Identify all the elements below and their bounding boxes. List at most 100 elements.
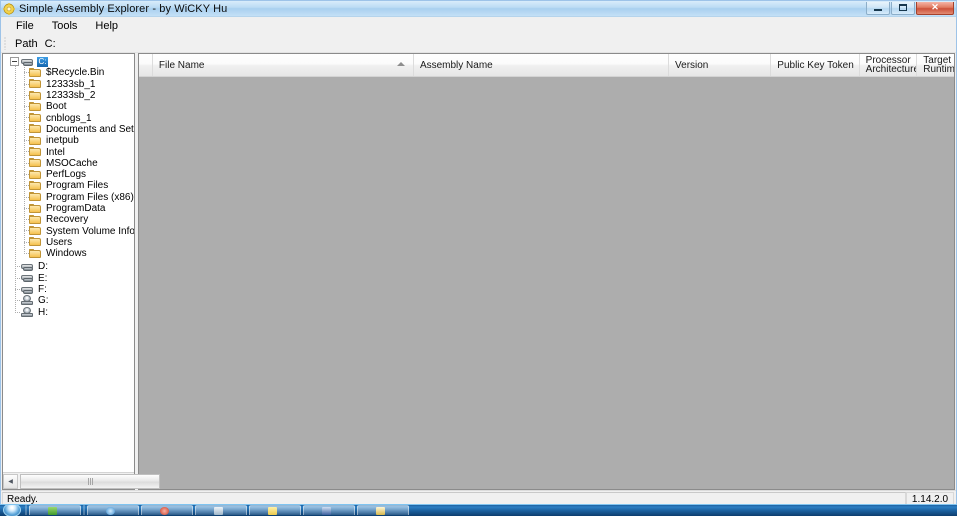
tree-node-drive-f[interactable]: F: [3,284,134,295]
list-column-headers: File Name Assembly Name Version Public K… [139,54,955,77]
tree-node-drive-h[interactable]: H: [3,306,134,318]
folder-icon [29,113,42,123]
collapse-icon[interactable] [10,57,19,67]
minimize-button[interactable] [866,1,890,15]
column-header-target-runtime[interactable]: Target Runtime [917,54,955,76]
sort-ascending-icon [396,62,405,66]
tree-item-label: PerfLogs [46,169,87,181]
folder-tree[interactable]: C: $Recycle.Bin 12333sb_1 12333sb_2 Boot… [3,54,134,472]
tree-item-windows[interactable]: Windows [12,248,134,259]
taskbar-item-app2[interactable] [357,505,409,515]
tree-item-label: Recovery [46,214,89,226]
column-header-index[interactable] [139,54,153,76]
folder-icon [29,79,42,89]
tree-item-label: cnblogs_1 [46,112,92,124]
tree-item-label: System Volume Informatio [46,225,134,237]
taskbar-item-browser[interactable] [87,505,139,515]
tree-item-label: F: [38,284,47,296]
tree-root-list: C: $Recycle.Bin 12333sb_1 12333sb_2 Boot… [3,56,134,318]
tree-item-label: Boot [46,101,67,113]
menu-item-tools[interactable]: Tools [43,18,87,34]
column-label: Assembly Name [419,59,493,71]
tree-item-msocache[interactable]: MSOCache [12,158,134,169]
explorer-icon [48,507,57,515]
close-button[interactable]: ✕ [916,1,954,15]
tree-item-boot[interactable]: Boot [12,101,134,112]
assembly-list-body[interactable] [139,77,954,489]
folder-icon [29,90,42,101]
tree-item-perflogs[interactable]: PerfLogs [12,169,134,180]
chevron-left-icon[interactable]: ◀ [3,473,18,489]
tree-item-label: D: [38,261,48,273]
column-label: Target Runtime [923,55,955,75]
tree-item-recycle-bin[interactable]: $Recycle.Bin [12,67,134,78]
tree-item-recovery[interactable]: Recovery [12,214,134,225]
menu-item-file[interactable]: File [7,18,43,34]
column-header-public-key-token[interactable]: Public Key Token [771,54,860,76]
path-label: Path [15,37,38,50]
tree-item-label: Documents and Settings [46,123,134,135]
column-label: Processor Architecture [865,55,918,75]
column-header-version[interactable]: Version [669,54,772,76]
windows-start-orb-icon[interactable] [0,505,24,516]
tree-item-cnblogs-1[interactable]: cnblogs_1 [12,112,134,124]
application-window: Simple Assembly Explorer - by WiCKY Hu ✕… [0,0,957,509]
restore-button[interactable] [891,1,915,15]
hard-drive-icon [20,262,34,272]
tree-item-label: inetpub [46,135,79,147]
tree-item-users[interactable]: Users [12,237,134,248]
taskbar-divider [83,505,85,515]
scrollbar-track[interactable] [18,473,160,489]
column-header-assembly-name[interactable]: Assembly Name [413,54,670,76]
tree-item-documents-and-settings[interactable]: Documents and Settings [12,124,134,135]
tree-node-drive-e[interactable]: E: [3,273,134,284]
tree-children-c: $Recycle.Bin 12333sb_1 12333sb_2 Boot cn… [12,67,134,259]
tree-node-drive-c[interactable]: C: [3,56,134,67]
column-header-file-name[interactable]: File Name [152,54,414,76]
assembly-list-panel: File Name Assembly Name Version Public K… [138,53,955,490]
tree-node-drive-g[interactable]: G: [3,295,134,306]
folder-icon [29,124,42,134]
tree-item-12333sb-1[interactable]: 12333sb_1 [12,79,134,90]
toolbar-grip-handle[interactable] [4,37,7,50]
path-toolbar: Path C: [1,35,956,53]
tree-item-label: MSOCache [46,157,98,169]
tree-item-intel[interactable]: Intel [12,146,134,158]
taskbar-item-folder-window[interactable] [249,505,301,515]
gear-icon [3,2,15,15]
tree-item-program-files-x86[interactable]: Program Files (x86) [12,192,134,203]
media-icon [160,507,169,515]
taskbar-clock[interactable] [927,505,957,515]
scrollbar-grip [87,477,93,485]
drive-c-icon: C: [37,56,48,67]
tree-node-drive-d[interactable]: D: [3,261,134,272]
tree-item-label: 12333sb_1 [46,78,96,90]
path-value[interactable]: C: [42,37,59,51]
minimize-icon [874,9,882,11]
hard-drive-icon [20,57,34,67]
tree-item-label: 12333sb_2 [46,90,96,102]
menu-item-help[interactable]: Help [86,18,127,34]
taskbar-divider [25,505,27,515]
tree-item-inetpub[interactable]: inetpub [12,135,134,146]
taskbar-item-explorer[interactable] [29,505,81,515]
folder-icon [29,248,42,259]
taskbar-item-media[interactable] [141,505,193,515]
tree-item-system-volume-information[interactable]: System Volume Informatio [12,225,134,237]
folder-icon [29,158,42,168]
folder-window-icon [268,507,277,515]
taskbar-item-document[interactable] [195,505,247,515]
tree-item-programdata[interactable]: ProgramData [12,203,134,214]
tree-horizontal-scrollbar[interactable]: ◀ ▶ [3,472,160,489]
tree-item-program-files[interactable]: Program Files [12,180,134,191]
scrollbar-thumb[interactable] [20,473,160,489]
drive-letter-badge: C: [37,56,48,67]
folder-icon [29,135,42,146]
folder-icon [29,237,42,247]
column-header-processor-architecture[interactable]: Processor Architecture [859,54,918,76]
folder-icon [29,214,42,225]
folder-icon [29,101,42,112]
tree-item-12333sb-2[interactable]: 12333sb_2 [12,90,134,101]
taskbar-item-app[interactable] [303,505,355,515]
title-bar[interactable]: Simple Assembly Explorer - by WiCKY Hu ✕ [1,1,956,17]
